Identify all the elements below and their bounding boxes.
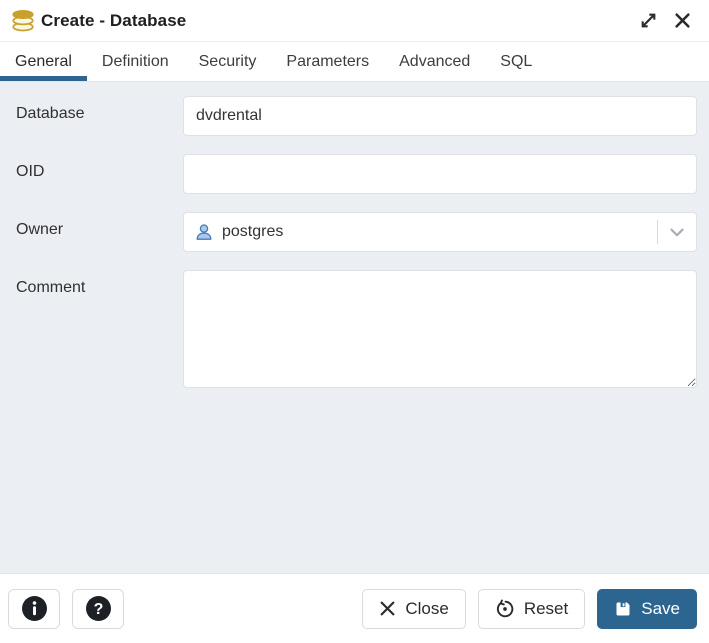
create-database-dialog: Create - Database General Definition Sec… bbox=[0, 0, 709, 643]
dialog-titlebar: Create - Database bbox=[0, 0, 709, 42]
close-button-label: Close bbox=[405, 599, 448, 619]
oid-label: OID bbox=[16, 154, 183, 181]
tab-advanced[interactable]: Advanced bbox=[384, 42, 485, 81]
owner-row: Owner postgres bbox=[16, 212, 697, 252]
chevron-down-icon[interactable] bbox=[658, 213, 696, 251]
close-x-icon bbox=[379, 600, 396, 617]
database-label: Database bbox=[16, 96, 183, 123]
save-button-label: Save bbox=[641, 599, 680, 619]
svg-text:?: ? bbox=[93, 601, 103, 618]
general-tab-panel: Database OID Owner bbox=[0, 82, 709, 574]
comment-row: Comment bbox=[16, 270, 697, 393]
info-icon bbox=[21, 595, 48, 622]
reset-icon bbox=[495, 599, 515, 619]
owner-selected-value: postgres bbox=[222, 223, 657, 241]
dialog-tabs: General Definition Security Parameters A… bbox=[0, 42, 709, 82]
info-button[interactable] bbox=[8, 589, 60, 629]
tab-parameters[interactable]: Parameters bbox=[271, 42, 384, 81]
dialog-title: Create - Database bbox=[41, 11, 186, 31]
tab-security[interactable]: Security bbox=[184, 42, 272, 81]
help-icon: ? bbox=[85, 595, 112, 622]
oid-row: OID bbox=[16, 154, 697, 194]
reset-button[interactable]: Reset bbox=[478, 589, 585, 629]
dialog-footer: ? Close Reset bbox=[0, 574, 709, 643]
expand-icon[interactable] bbox=[635, 8, 661, 34]
owner-select[interactable]: postgres bbox=[183, 212, 697, 252]
tab-general[interactable]: General bbox=[0, 42, 87, 81]
comment-textarea[interactable] bbox=[183, 270, 697, 388]
database-icon bbox=[10, 8, 36, 34]
comment-label: Comment bbox=[16, 270, 183, 297]
tab-definition[interactable]: Definition bbox=[87, 42, 184, 81]
save-button[interactable]: Save bbox=[597, 589, 697, 629]
reset-button-label: Reset bbox=[524, 599, 568, 619]
close-button[interactable]: Close bbox=[362, 589, 465, 629]
oid-input[interactable] bbox=[183, 154, 697, 194]
close-icon[interactable] bbox=[669, 8, 695, 34]
save-icon bbox=[614, 600, 632, 618]
help-button[interactable]: ? bbox=[72, 589, 124, 629]
tab-sql[interactable]: SQL bbox=[485, 42, 547, 81]
user-icon bbox=[194, 222, 214, 242]
database-row: Database bbox=[16, 96, 697, 136]
owner-label: Owner bbox=[16, 212, 183, 239]
database-input[interactable] bbox=[183, 96, 697, 136]
